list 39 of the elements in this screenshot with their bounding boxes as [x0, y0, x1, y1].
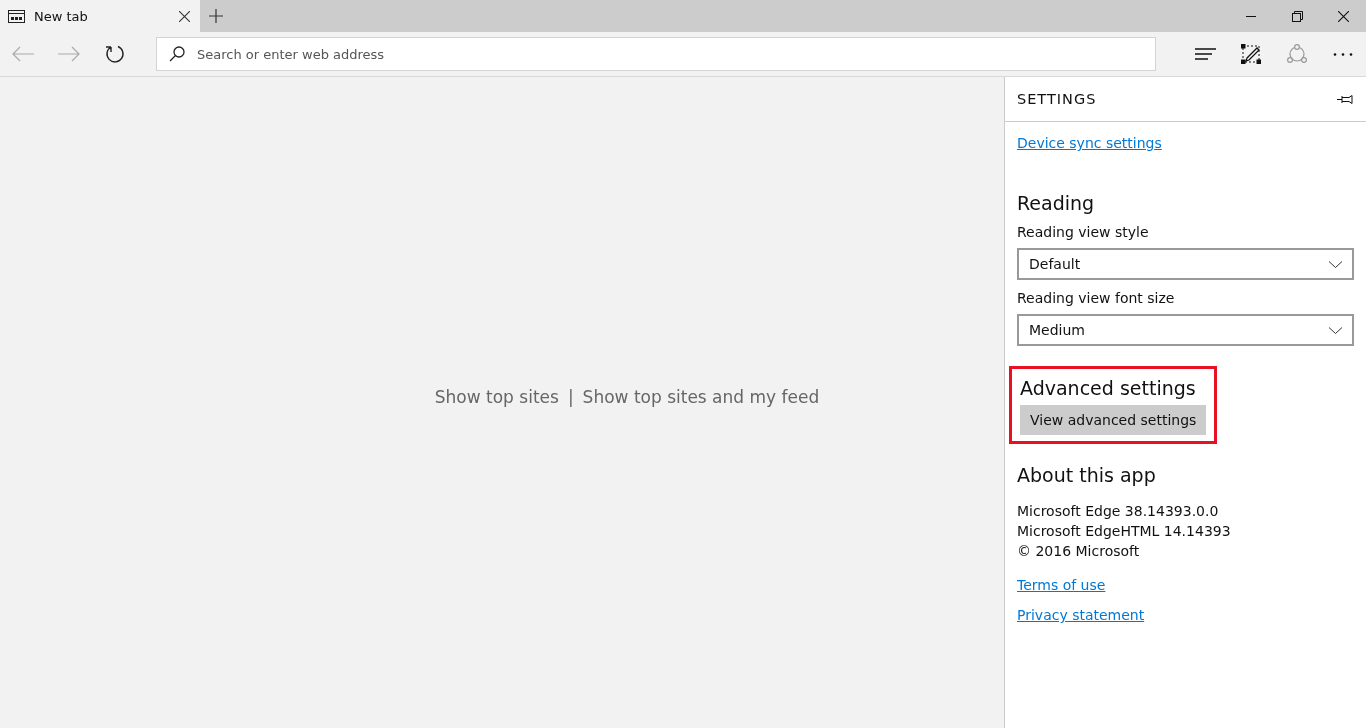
search-icon [169, 46, 185, 62]
more-icon [1333, 52, 1353, 56]
section-heading: About this app [1017, 464, 1157, 486]
field-label: Reading view style [1017, 224, 1150, 240]
version-text: © 2016 Microsoft [1017, 542, 1141, 561]
about-link[interactable]: Terms of use [1017, 577, 1106, 593]
close-icon [178, 10, 190, 22]
version-text: Microsoft Edge 38.14393.0.0 [1017, 502, 1220, 521]
forward-arrow-icon [58, 46, 80, 62]
pen-square-icon [1241, 44, 1261, 64]
share-icon [1286, 44, 1308, 64]
address-bar[interactable]: Search or enter web address [156, 37, 1156, 71]
advanced-settings-button[interactable]: View advanced settings [1020, 405, 1207, 435]
sync-settings-link[interactable]: Device sync settings [1017, 135, 1162, 151]
restore-icon [1291, 10, 1303, 22]
chevron-icon [1329, 260, 1342, 268]
panel-title: SETTINGS [1017, 91, 1097, 107]
plus-icon [209, 9, 223, 23]
feed-option-link[interactable]: Show top sites and my feed [582, 386, 820, 407]
close-icon [1337, 10, 1349, 22]
field-label: Reading view font size [1017, 290, 1176, 306]
minimize-icon [1246, 15, 1256, 17]
section-heading: Reading [1017, 192, 1096, 214]
back-arrow-icon [12, 46, 34, 62]
browser-tab[interactable]: New tab [0, 0, 200, 32]
feed-option-link[interactable]: Show top sites [434, 386, 559, 407]
section-heading: Advanced settings [1020, 377, 1197, 399]
page-icon [8, 9, 25, 23]
chevron-icon [1329, 326, 1342, 334]
dropdown[interactable]: Medium [1017, 314, 1354, 346]
pin-icon [1337, 95, 1354, 104]
about-link[interactable]: Privacy statement [1017, 607, 1145, 623]
version-text: Microsoft EdgeHTML 14.14393 [1017, 522, 1232, 541]
separator: | [567, 386, 574, 407]
lines-icon [1194, 48, 1216, 60]
refresh-icon [105, 44, 125, 64]
tab-title: New tab [34, 8, 89, 24]
close-tab-button[interactable] [176, 8, 192, 24]
dropdown[interactable]: Default [1017, 248, 1354, 280]
